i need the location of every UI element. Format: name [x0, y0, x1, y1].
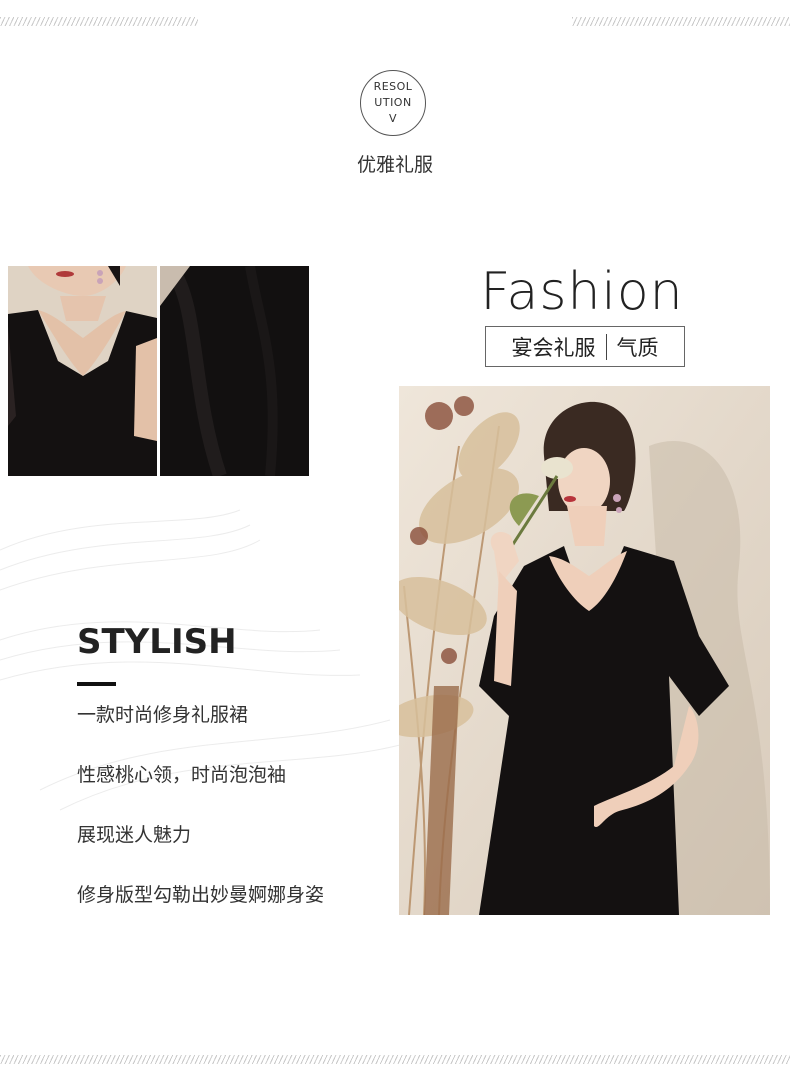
stylish-title: STYLISH — [77, 622, 237, 662]
model-main-photo — [399, 386, 770, 915]
fashion-tag-box: 宴会礼服 气质 — [485, 326, 685, 367]
stylish-accent-bar — [77, 682, 116, 686]
feature-line-3: 展现迷人魅力 — [77, 824, 192, 846]
tag-separator — [605, 333, 607, 360]
tag-banquet-dress: 宴会礼服 — [511, 335, 596, 360]
feature-line-1: 一款时尚修身礼服裙 — [77, 704, 249, 726]
top-left-hatch — [0, 17, 198, 26]
badge-line-1: RESOL — [373, 80, 413, 93]
badge-line-3: V — [388, 112, 398, 125]
tag-temperament: 气质 — [616, 335, 659, 360]
fashion-title: Fashion — [480, 262, 684, 322]
resolution-badge: RESOL UTION V — [360, 70, 426, 136]
neckline-closeup-photo — [8, 266, 157, 476]
header-subtitle: 优雅礼服 — [356, 154, 433, 176]
feature-line-2: 性感桃心领，时尚泡泡袖 — [77, 764, 287, 786]
decorative-swirl — [0, 509, 400, 811]
fabric-detail-photo — [160, 266, 309, 476]
bottom-hatch — [0, 1055, 790, 1064]
badge-line-2: UTION — [374, 96, 412, 109]
feature-line-4: 修身版型勾勒出妙曼婀娜身姿 — [77, 884, 325, 906]
top-right-hatch — [572, 17, 790, 26]
